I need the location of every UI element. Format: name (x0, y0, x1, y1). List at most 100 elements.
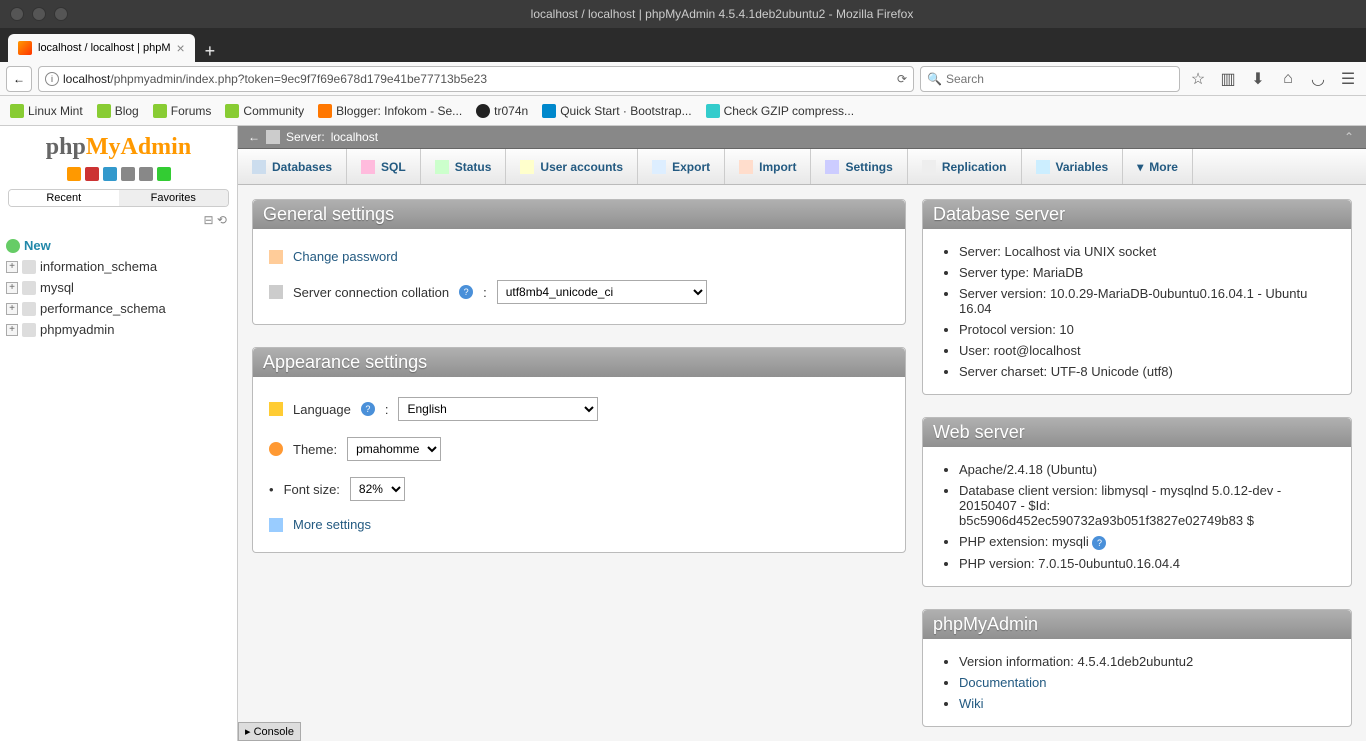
collation-select[interactable]: utf8mb4_unicode_ci (497, 280, 707, 304)
expand-icon[interactable]: + (6, 303, 18, 315)
nav-users[interactable]: User accounts (506, 149, 638, 184)
bookmark-bootstrap[interactable]: Quick Start · Bootstrap... (542, 104, 691, 118)
expand-icon[interactable]: + (6, 282, 18, 294)
library-icon[interactable]: ▥ (1216, 69, 1240, 89)
tab-recent[interactable]: Recent (9, 190, 119, 206)
pocket-icon[interactable]: ◡ (1306, 69, 1330, 89)
panel-title: Web server (923, 418, 1351, 447)
language-select[interactable]: English (398, 397, 598, 421)
bookmark-gzip[interactable]: Check GZIP compress... (706, 104, 854, 118)
change-password-link[interactable]: Change password (293, 249, 398, 264)
tree-new[interactable]: New (6, 235, 231, 256)
tab-favorites[interactable]: Favorites (119, 190, 229, 206)
expand-icon[interactable]: + (6, 261, 18, 273)
browser-tabbar: localhost / localhost | phpM × + (0, 28, 1366, 62)
users-icon (520, 160, 534, 174)
collapse-icon[interactable]: ⌃ (1344, 130, 1354, 144)
bookmark-linuxmint[interactable]: Linux Mint (10, 104, 83, 118)
info-item: Protocol version: 10 (959, 319, 1335, 340)
language-icon (269, 402, 283, 416)
docs-icon[interactable] (103, 167, 117, 181)
sql-icon[interactable] (121, 167, 135, 181)
tab-close-icon[interactable]: × (176, 40, 184, 56)
tree-db-item[interactable]: +phpmyadmin (6, 319, 231, 340)
window-title: localhost / localhost | phpMyAdmin 4.5.4… (78, 7, 1366, 21)
console-toggle[interactable]: ▸ Console (238, 722, 301, 741)
browser-tab[interactable]: localhost / localhost | phpM × (8, 34, 195, 62)
breadcrumb: ← Server: localhost ⌃ (238, 126, 1366, 149)
gzip-icon (706, 104, 720, 118)
downloads-icon[interactable]: ⬇ (1246, 69, 1270, 89)
nav-settings[interactable]: Settings (811, 149, 907, 184)
window-titlebar: localhost / localhost | phpMyAdmin 4.5.4… (0, 0, 1366, 28)
doc-link[interactable]: Documentation (959, 675, 1046, 690)
blogger-icon (318, 104, 332, 118)
new-tab-button[interactable]: + (195, 41, 226, 62)
bookmark-bar: Linux Mint Blog Forums Community Blogger… (0, 96, 1366, 126)
main-area: ← Server: localhost ⌃ Databases SQL Stat… (238, 126, 1366, 741)
help-icon[interactable]: ? (1092, 536, 1106, 550)
theme-select[interactable]: pmahomme (347, 437, 441, 461)
top-nav: Databases SQL Status User accounts Expor… (238, 149, 1366, 185)
reload-icon[interactable]: ⟳ (897, 72, 907, 86)
tree-db-item[interactable]: +mysql (6, 277, 231, 298)
tree-db-item[interactable]: +information_schema (6, 256, 231, 277)
home-icon[interactable]: ⌂ (1276, 70, 1300, 88)
wiki-link[interactable]: Wiki (959, 696, 984, 711)
panel-dbserver: Database server Server: Localhost via UN… (922, 199, 1352, 395)
search-bar[interactable]: 🔍 (920, 66, 1180, 92)
nav-back-icon[interactable]: ← (248, 130, 260, 144)
panel-webserver: Web server Apache/2.4.18 (Ubuntu) Databa… (922, 417, 1352, 587)
settings-icon[interactable] (139, 167, 153, 181)
window-close[interactable] (10, 7, 24, 21)
panel-title: General settings (253, 200, 905, 229)
bookmark-star-icon[interactable]: ☆ (1186, 69, 1210, 89)
info-icon[interactable]: i (45, 72, 59, 86)
sidebar: phpMyAdmin Recent Favorites ⊟ ⟲ New +inf… (0, 126, 238, 741)
help-icon[interactable]: ? (459, 285, 473, 299)
search-icon: 🔍 (927, 72, 942, 86)
search-input[interactable] (946, 72, 1173, 86)
bootstrap-icon (542, 104, 556, 118)
import-icon (739, 160, 753, 174)
info-item: Documentation (959, 672, 1335, 693)
collation-label: Server connection collation (293, 285, 449, 300)
sidebar-collapse[interactable]: ⊟ ⟲ (0, 209, 237, 231)
reload-icon[interactable] (157, 167, 171, 181)
nav-export[interactable]: Export (638, 149, 725, 184)
bookmark-blogger[interactable]: Blogger: Infokom - Se... (318, 104, 462, 118)
export-icon (652, 160, 666, 174)
back-button[interactable]: ← (6, 66, 32, 92)
panel-title: Appearance settings (253, 348, 905, 377)
content: General settings Change password Server … (238, 185, 1366, 741)
nav-status[interactable]: Status (421, 149, 507, 184)
bookmark-github[interactable]: tr074n (476, 104, 528, 118)
nav-sql[interactable]: SQL (347, 149, 421, 184)
nav-import[interactable]: Import (725, 149, 811, 184)
sidebar-tabs: Recent Favorites (8, 189, 229, 207)
window-maximize[interactable] (54, 7, 68, 21)
nav-variables[interactable]: Variables (1022, 149, 1124, 184)
nav-replication[interactable]: Replication (908, 149, 1022, 184)
url-bar[interactable]: i localhost/phpmyadmin/index.php?token=9… (38, 66, 914, 92)
nav-databases[interactable]: Databases (238, 149, 347, 184)
password-icon (269, 250, 283, 264)
expand-icon[interactable]: + (6, 324, 18, 336)
panel-appearance: Appearance settings Language ?: English … (252, 347, 906, 553)
bullet: • (269, 482, 274, 497)
window-minimize[interactable] (32, 7, 46, 21)
nav-more[interactable]: ▾More (1123, 149, 1193, 184)
logout-icon[interactable] (85, 167, 99, 181)
bookmark-blog[interactable]: Blog (97, 104, 139, 118)
more-settings-link[interactable]: More settings (293, 517, 371, 532)
phpmyadmin-logo[interactable]: phpMyAdmin (0, 126, 237, 165)
info-item: Server charset: UTF-8 Unicode (utf8) (959, 361, 1335, 382)
bookmark-forums[interactable]: Forums (153, 104, 212, 118)
theme-icon (269, 442, 283, 456)
tree-db-item[interactable]: +performance_schema (6, 298, 231, 319)
menu-icon[interactable]: ☰ (1336, 69, 1360, 89)
home-icon[interactable] (67, 167, 81, 181)
help-icon[interactable]: ? (361, 402, 375, 416)
fontsize-select[interactable]: 82% (350, 477, 405, 501)
bookmark-community[interactable]: Community (225, 104, 304, 118)
